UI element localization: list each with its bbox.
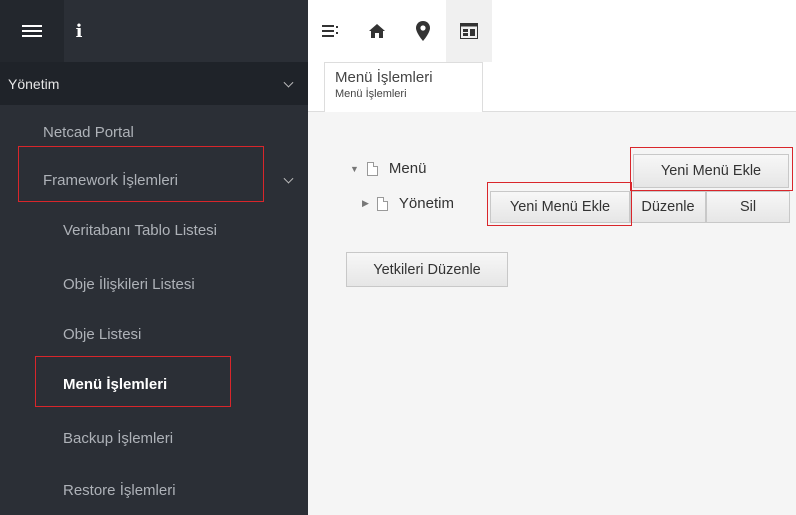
sidebar-item-label: Veritabanı Tablo Listesi xyxy=(63,221,217,239)
sidebar: i Yönetim Netcad Portal Framework İşleml… xyxy=(0,0,308,515)
sidebar-item-label: Menü İşlemleri xyxy=(63,375,168,393)
hamburger-icon xyxy=(22,22,42,40)
sidebar-item-label: Restore İşlemleri xyxy=(63,481,176,499)
home-button[interactable] xyxy=(354,0,400,62)
chevron-down-icon xyxy=(283,77,294,88)
hamburger-menu-button[interactable] xyxy=(0,0,64,62)
sidebar-item-restore-islemleri[interactable]: Restore İşlemleri xyxy=(0,472,308,508)
map-pin-button[interactable] xyxy=(400,0,446,62)
child-delete-button[interactable]: Sil xyxy=(706,191,790,223)
sidebar-section-label: Yönetim xyxy=(8,75,60,92)
sidebar-item-backup-islemleri[interactable]: Backup İşlemleri xyxy=(0,420,308,456)
triangle-down-icon[interactable]: ▼ xyxy=(350,164,359,174)
edit-permissions-button[interactable]: Yetkileri Düzenle xyxy=(346,252,508,287)
tree-node-yonetim[interactable]: ▶ Yönetim xyxy=(362,195,454,212)
tree-node-label: Menü xyxy=(388,160,427,177)
sidebar-item-veritabani-tablo-listesi[interactable]: Veritabanı Tablo Listesi xyxy=(0,212,308,248)
sidebar-item-label: Framework İşlemleri xyxy=(43,171,179,189)
file-icon xyxy=(376,196,388,211)
info-icon: i xyxy=(75,20,83,42)
tab-strip: Menü İşlemleri Menü İşlemleri xyxy=(308,62,796,113)
sidebar-item-label: Netcad Portal xyxy=(43,123,134,141)
list-menu-button[interactable] xyxy=(308,0,354,62)
sidebar-item-label: Obje İlişkileri Listesi xyxy=(63,275,195,293)
triangle-right-icon[interactable]: ▶ xyxy=(362,198,369,209)
tree-node-menu[interactable]: ▼ Menü xyxy=(350,160,426,177)
home-icon xyxy=(369,24,385,38)
tree-node-label: Yönetim xyxy=(398,195,454,212)
sidebar-item-obje-iliskileri-listesi[interactable]: Obje İlişkileri Listesi xyxy=(0,266,308,302)
tab-menu-islemleri[interactable]: Menü İşlemleri Menü İşlemleri xyxy=(324,62,483,113)
dashboard-icon xyxy=(460,23,478,39)
top-toolbar xyxy=(308,0,796,62)
sidebar-item-framework-islemleri[interactable]: Framework İşlemleri xyxy=(0,160,308,200)
sidebar-item-obje-listesi[interactable]: Obje Listesi xyxy=(0,316,308,352)
tab-subtitle: Menü İşlemleri xyxy=(335,88,407,100)
sidebar-item-menu-islemleri[interactable]: Menü İşlemleri xyxy=(0,366,308,402)
map-pin-icon xyxy=(416,21,430,41)
chevron-down-icon xyxy=(283,173,294,184)
sidebar-section-yonetim[interactable]: Yönetim xyxy=(0,62,308,105)
tab-title: Menü İşlemleri xyxy=(335,69,433,86)
sidebar-top: i xyxy=(0,0,308,62)
root-add-menu-button[interactable]: Yeni Menü Ekle xyxy=(633,154,789,188)
child-edit-button[interactable]: Düzenle xyxy=(630,191,706,223)
dashboard-button[interactable] xyxy=(446,0,492,62)
sidebar-item-netcad-portal[interactable]: Netcad Portal xyxy=(0,114,308,150)
info-button[interactable]: i xyxy=(64,0,94,62)
sidebar-item-label: Obje Listesi xyxy=(63,325,142,343)
sidebar-item-label: Backup İşlemleri xyxy=(63,429,174,447)
child-add-menu-button[interactable]: Yeni Menü Ekle xyxy=(490,191,630,223)
file-icon xyxy=(366,161,378,176)
list-icon xyxy=(322,25,338,37)
